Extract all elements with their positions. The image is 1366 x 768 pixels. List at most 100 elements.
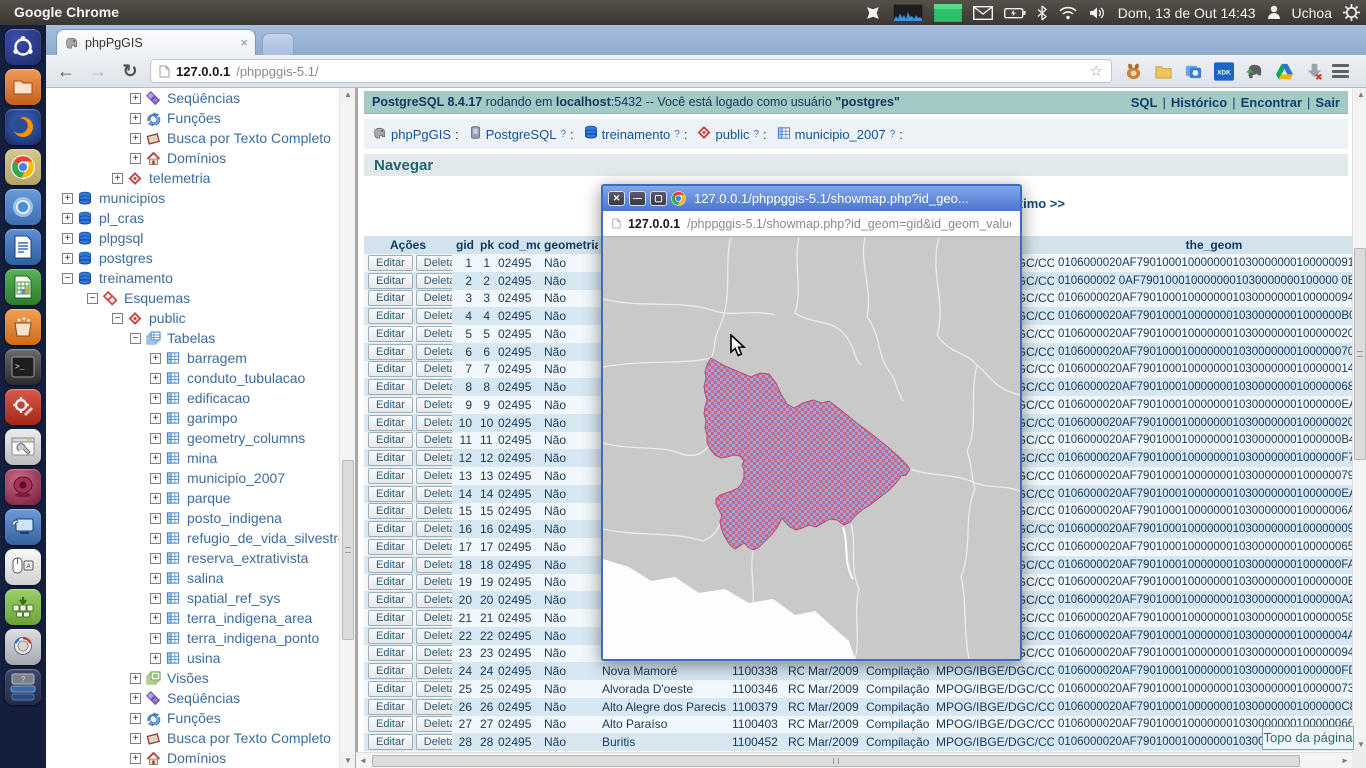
status-green-icon[interactable] — [934, 4, 962, 22]
edit-button[interactable]: Editar — [368, 610, 413, 626]
breadcrumb-item-postgresql[interactable]: PostgreSQL?: — [469, 125, 580, 143]
bookmark-star-icon[interactable]: ☆ — [1090, 62, 1103, 80]
expand-toggle-icon[interactable]: + — [130, 133, 141, 144]
breadcrumb-item-municipio_2007[interactable]: municipio_2007?: — [777, 126, 909, 143]
workspace-stack-icon[interactable]: ? — [5, 669, 41, 705]
delete-button[interactable]: Deletar — [416, 432, 452, 448]
remote-desktop-icon[interactable] — [5, 509, 41, 545]
tree-item-posto_indigena[interactable]: + posto_indigena — [46, 508, 339, 528]
expand-toggle-icon[interactable]: + — [150, 553, 161, 564]
expand-toggle-icon[interactable]: + — [150, 473, 161, 484]
tree-item-vis-es[interactable]: + Visões — [46, 668, 339, 688]
window-tool-icon[interactable] — [5, 429, 41, 465]
edit-button[interactable]: Editar — [368, 486, 413, 502]
tree-item-pl_cras[interactable]: + pl_cras — [46, 208, 339, 228]
ext-xampp-icon[interactable] — [1124, 62, 1143, 81]
expand-toggle-icon[interactable]: + — [62, 253, 73, 264]
tree-item-plpgsql[interactable]: + plpgsql — [46, 228, 339, 248]
tree-item-terra_indigena_ponto[interactable]: + terra_indigena_ponto — [46, 628, 339, 648]
back-to-top-link[interactable]: Topo da página — [1262, 726, 1354, 750]
delete-button[interactable]: Deletar — [416, 503, 452, 519]
edit-button[interactable]: Editar — [368, 255, 413, 271]
main-hscroll-thumb[interactable] — [372, 755, 1300, 767]
edit-button[interactable]: Editar — [368, 432, 413, 448]
tree-item-mina[interactable]: + mina — [46, 448, 339, 468]
ext-download-icon[interactable] — [1305, 62, 1324, 81]
tab-close-icon[interactable]: × — [240, 36, 248, 49]
tree-item-garimpo[interactable]: + garimpo — [46, 408, 339, 428]
expand-toggle-icon[interactable]: + — [150, 593, 161, 604]
mail-icon[interactable] — [973, 6, 993, 20]
tree-item-conduto_tubulacao[interactable]: + conduto_tubulacao — [46, 368, 339, 388]
expand-toggle-icon[interactable]: + — [112, 173, 123, 184]
popup-minimize-icon[interactable]: — — [629, 191, 646, 206]
popup-close-icon[interactable]: ✕ — [608, 191, 625, 206]
expand-toggle-icon[interactable]: + — [130, 713, 141, 724]
expand-toggle-icon[interactable]: + — [130, 153, 141, 164]
wifi-icon[interactable] — [1058, 6, 1078, 20]
edit-button[interactable]: Editar — [368, 557, 413, 573]
input-settings-icon[interactable]: A — [5, 549, 41, 585]
new-tab-button[interactable] — [262, 33, 294, 55]
main-vscroll-thumb[interactable] — [1354, 248, 1366, 460]
delete-button[interactable]: Deletar — [416, 361, 452, 377]
tree-item-treinamento[interactable]: − treinamento — [46, 268, 339, 288]
expand-toggle-icon[interactable]: + — [150, 393, 161, 404]
delete-button[interactable]: Deletar — [416, 557, 452, 573]
help-link[interactable]: ? — [753, 129, 759, 140]
ubuntu-dash-icon[interactable] — [5, 29, 41, 65]
user-menu[interactable]: Uchoa — [1292, 5, 1332, 21]
edit-button[interactable]: Editar — [368, 716, 413, 732]
volume-knob-icon[interactable] — [5, 629, 41, 665]
tree-item-municipios[interactable]: + municipios — [46, 188, 339, 208]
edit-button[interactable]: Editar — [368, 290, 413, 306]
popup-maximize-icon[interactable]: ▢ — [650, 191, 667, 206]
clock[interactable]: Dom, 13 de Out 14:43 — [1118, 5, 1256, 21]
delete-button[interactable]: Deletar — [416, 255, 452, 271]
tree-item-busca-por-texto-completo[interactable]: + Busca por Texto Completo — [46, 128, 339, 148]
expand-toggle-icon[interactable]: + — [130, 733, 141, 744]
expand-toggle-icon[interactable]: + — [150, 453, 161, 464]
delete-button[interactable]: Deletar — [416, 592, 452, 608]
tree-item-fun-es[interactable]: + Funções — [46, 108, 339, 128]
top-link-sql[interactable]: SQL — [1131, 95, 1158, 110]
delete-button[interactable]: Deletar — [416, 574, 452, 590]
delete-button[interactable]: Deletar — [416, 290, 452, 306]
bluetooth-icon[interactable] — [1037, 5, 1047, 21]
tree-item-terra_indigena_area[interactable]: + terra_indigena_area — [46, 608, 339, 628]
tray-x-icon[interactable] — [864, 4, 882, 22]
expand-toggle-icon[interactable]: + — [62, 233, 73, 244]
expand-toggle-icon[interactable]: + — [130, 693, 141, 704]
tree-item-seq-ncias[interactable]: + Seqüências — [46, 88, 339, 108]
expand-toggle-icon[interactable]: + — [150, 493, 161, 504]
expand-toggle-icon[interactable]: + — [130, 113, 141, 124]
sidebar-scrollbar[interactable]: ▲ ▼ — [339, 88, 355, 768]
delete-button[interactable]: Deletar — [416, 663, 452, 679]
edit-button[interactable]: Editar — [368, 503, 413, 519]
reload-button[interactable]: ↻ — [118, 61, 142, 82]
writer-icon[interactable] — [5, 229, 41, 265]
expand-toggle-icon[interactable]: + — [130, 93, 141, 104]
edit-button[interactable]: Editar — [368, 574, 413, 590]
delete-button[interactable]: Deletar — [416, 468, 452, 484]
delete-button[interactable]: Deletar — [416, 344, 452, 360]
collapse-toggle-icon[interactable]: − — [62, 273, 73, 284]
delete-button[interactable]: Deletar — [416, 539, 452, 555]
tree-item-usina[interactable]: + usina — [46, 648, 339, 668]
ext-photos-icon[interactable] — [1184, 62, 1203, 81]
ext-evernote-icon[interactable] — [1245, 62, 1264, 81]
tree-item-barragem[interactable]: + barragem — [46, 348, 339, 368]
ext-xdk-icon[interactable]: XDK — [1214, 62, 1234, 81]
edit-button[interactable]: Editar — [368, 645, 413, 661]
edit-button[interactable]: Editar — [368, 397, 413, 413]
scroll-right-icon[interactable]: ► — [1338, 754, 1352, 768]
volume-icon[interactable] — [1089, 6, 1107, 20]
edit-button[interactable]: Editar — [368, 326, 413, 342]
edit-button[interactable]: Editar — [368, 361, 413, 377]
delete-button[interactable]: Deletar — [416, 273, 452, 289]
tree-item-postgres[interactable]: + postgres — [46, 248, 339, 268]
top-link-sair[interactable]: Sair — [1315, 95, 1340, 110]
edit-button[interactable]: Editar — [368, 379, 413, 395]
scroll-left-icon[interactable]: ◄ — [356, 754, 370, 768]
expand-toggle-icon[interactable]: + — [150, 573, 161, 584]
